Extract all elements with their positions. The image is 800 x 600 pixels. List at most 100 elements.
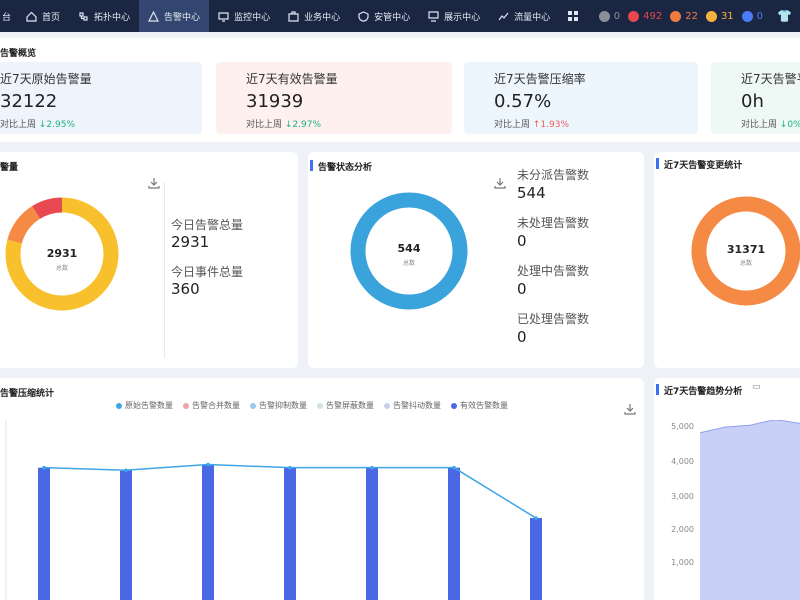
compression-legend: 原始告警数量 告警合并数量 告警抑制数量 告警屏蔽数量 告警抖动数量 有效告警数量	[116, 400, 508, 411]
status-dot-icon	[741, 10, 753, 22]
line-point[interactable]	[124, 468, 128, 473]
nav-item-label: 首页	[42, 12, 61, 23]
stat-value: 544	[517, 184, 546, 202]
stat-label: 处理中告警数	[517, 264, 590, 278]
nav-item-label: 安管中心	[374, 12, 411, 23]
download-icon[interactable]	[494, 177, 506, 189]
nav-item-alarm[interactable]: 告警中心	[139, 0, 210, 32]
stat-label: 未分派告警数	[517, 168, 590, 182]
stat-value: 0	[517, 328, 527, 346]
compare-value: ↑1.93%	[530, 120, 570, 130]
nav-item-label: 业务中心	[304, 12, 341, 23]
legend-item[interactable]: 原始告警数量	[116, 400, 173, 411]
effective-alarm-bar[interactable]	[38, 467, 50, 600]
status-count[interactable]: 0	[757, 11, 763, 22]
download-icon[interactable]	[148, 177, 160, 189]
legend-label: 有效告警数量	[460, 401, 508, 410]
effective-alarm-bar[interactable]	[530, 518, 542, 600]
kpi-value: 31939	[246, 91, 304, 112]
monitor-icon	[218, 11, 229, 22]
status-count[interactable]: 0	[614, 11, 620, 22]
legend-dot-icon	[183, 402, 189, 409]
kpi-card[interactable]: 近7天有效告警量 31939 对比上周 ↓2.97%	[216, 62, 452, 134]
nav-item-home[interactable]: 首页	[17, 0, 69, 32]
stat-label: 已处理告警数	[517, 312, 590, 326]
effective-alarm-bar[interactable]	[448, 467, 460, 600]
status-analysis-title: 告警状态分析	[318, 163, 373, 173]
kpi-label: 近7天告警平	[741, 72, 800, 86]
stat-value: 2931	[171, 233, 210, 251]
stat-label: 今日事件总量	[171, 265, 244, 279]
nav-item-label: 台	[2, 12, 12, 23]
kpi-card[interactable]: 近7天告警平 0h 对比上周 ↓0%	[711, 62, 800, 134]
line-point[interactable]	[452, 465, 456, 470]
trend-area	[700, 420, 800, 600]
effective-alarm-bar[interactable]	[120, 470, 132, 600]
nav-item-security[interactable]: 安管中心	[349, 0, 419, 32]
y-tick-label: 1,000	[671, 558, 694, 567]
business-icon	[288, 10, 299, 22]
kpi-value: 0.57%	[494, 91, 552, 112]
legend-dot-icon	[250, 402, 256, 409]
status-count[interactable]: 22	[685, 11, 698, 22]
kpi-label: 近7天有效告警量	[246, 72, 338, 86]
nav-item-label: 展示中心	[444, 12, 481, 23]
home-icon	[26, 11, 37, 22]
donut-center-subtitle: 总数	[402, 260, 415, 267]
nav-item-label: 拓扑中心	[94, 12, 131, 23]
nav-item-monitor[interactable]: 监控中心	[209, 0, 279, 32]
line-point[interactable]	[42, 465, 46, 470]
line-point[interactable]	[288, 465, 292, 470]
y-tick-label: 5,000	[671, 422, 694, 431]
security-icon	[358, 10, 369, 22]
legend-item[interactable]: 告警抖动数量	[384, 400, 441, 411]
status-count[interactable]: 492	[643, 11, 662, 22]
stat-value: 0	[517, 232, 527, 250]
donut-center-value: 31371	[726, 243, 766, 256]
effective-alarm-bar[interactable]	[366, 467, 378, 600]
compare-prefix: 对比上周	[0, 120, 37, 130]
nav-item-topology[interactable]: 拓扑中心	[69, 0, 139, 32]
nav-item-business[interactable]: 业务中心	[279, 0, 349, 32]
trend-title: 近7天告警趋势分析	[664, 387, 743, 397]
kpi-value: 0h	[741, 91, 764, 112]
legend-dot-icon	[384, 402, 390, 409]
stat-value: 360	[171, 280, 200, 298]
donut-center-value: 2931	[46, 247, 78, 260]
nav-item-platform[interactable]: 台	[0, 0, 17, 32]
legend-item[interactable]: 告警合并数量	[183, 400, 240, 411]
legend-label: 告警屏蔽数量	[326, 401, 374, 410]
grid-icon	[568, 10, 579, 22]
status-dot-icon	[598, 10, 610, 22]
y-tick-label: 3,000	[671, 492, 694, 501]
download-icon[interactable]	[624, 403, 636, 415]
nav-item-traffic[interactable]: 流量中心	[489, 0, 559, 32]
line-point[interactable]	[534, 516, 538, 520]
donut-center-value: 544	[397, 242, 421, 255]
divider	[164, 182, 165, 358]
effective-alarm-bar[interactable]	[284, 467, 296, 600]
kpi-card[interactable]: 近7天告警压缩率 0.57% 对比上周 ↑1.93%	[464, 62, 698, 134]
nav-item-label: 告警中心	[164, 12, 201, 23]
grid-menu-button[interactable]	[559, 0, 588, 32]
kpi-card[interactable]: 近7天原始告警量 32122 对比上周 ↓2.95%	[0, 62, 202, 134]
donut-center-subtitle: 总数	[55, 265, 68, 272]
compare-prefix: 对比上周	[494, 120, 531, 130]
traffic-icon	[498, 11, 509, 22]
line-point[interactable]	[370, 465, 374, 470]
line-point[interactable]	[206, 462, 210, 467]
compare-value: ↓0%	[777, 120, 800, 130]
status-count[interactable]: 31	[721, 11, 734, 22]
kpi-compare: 对比上周 ↓2.95%	[0, 117, 202, 130]
filter-icon[interactable]: ▭	[752, 382, 761, 392]
legend-item[interactable]: 告警抑制数量	[250, 400, 307, 411]
title-accent	[656, 158, 659, 169]
status-dot-icon	[628, 10, 640, 22]
shirt-icon[interactable]: 👕	[777, 9, 792, 23]
effective-alarm-bar[interactable]	[202, 464, 214, 600]
legend-item[interactable]: 告警屏蔽数量	[317, 400, 374, 411]
nav-item-display[interactable]: 展示中心	[419, 0, 489, 32]
legend-item[interactable]: 有效告警数量	[451, 400, 508, 411]
kpi-compare: 对比上周 ↓0%	[741, 117, 800, 130]
kpi-compare: 对比上周 ↑1.93%	[494, 117, 698, 130]
